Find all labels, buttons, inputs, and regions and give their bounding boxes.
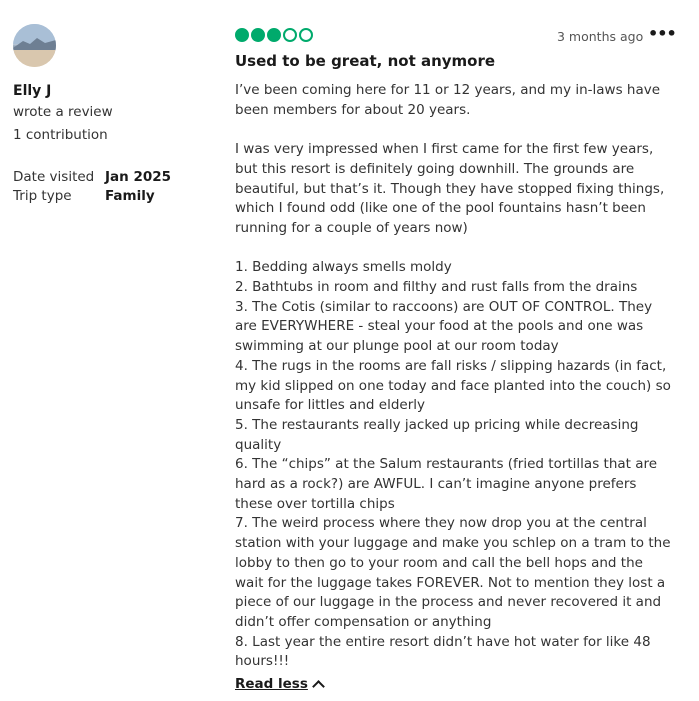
filled-bubble-icon — [267, 28, 281, 42]
review-paragraph: 6. The “chips” at the Salum restaurants … — [235, 456, 658, 512]
reviewer-action: wrote a review — [13, 104, 113, 120]
date-visited-row: Date visited Jan 2025 — [13, 169, 171, 185]
bubble-rating — [235, 28, 313, 42]
review-paragraph: 8. Last year the entire resort didn’t ha… — [235, 633, 651, 670]
review-paragraph: 4. The rugs in the rooms are fall risks … — [235, 357, 671, 414]
trip-type-label: Trip type — [13, 188, 72, 204]
filled-bubble-icon — [251, 28, 265, 42]
read-less-label: Read less — [235, 676, 308, 692]
empty-bubble-icon — [299, 28, 313, 42]
read-less-button[interactable]: Read less — [235, 676, 325, 693]
date-visited-label: Date visited — [13, 169, 95, 185]
review-title: Used to be great, not anymore — [235, 52, 496, 70]
review-body: I’ve been coming here for 11 or 12 years… — [235, 81, 675, 672]
review-paragraph: 1. Bedding always smells moldy — [235, 259, 452, 276]
empty-bubble-icon — [283, 28, 297, 42]
trip-type-row: Trip type Family — [13, 188, 155, 204]
reviewer-name[interactable]: Elly J — [13, 83, 51, 99]
filled-bubble-icon — [235, 28, 249, 42]
review-paragraph: 2. Bathtubs in room and filthy and rust … — [235, 279, 638, 295]
review-paragraph: I was very impressed when I first came f… — [235, 141, 665, 236]
review-paragraph: 3. The Cotis (similar to raccoons) are O… — [235, 298, 653, 355]
review-paragraph: I’ve been coming here for 11 or 12 years… — [235, 82, 661, 118]
more-horizontal-icon[interactable]: ••• — [648, 24, 677, 43]
review-paragraph: 7. The weird process where they now drop… — [235, 515, 671, 630]
reviewer-contributions: 1 contribution — [13, 127, 108, 143]
review-date: 3 months ago — [557, 29, 644, 44]
chevron-up-icon — [312, 679, 325, 693]
review-paragraph: 5. The restaurants really jacked up pric… — [235, 416, 639, 453]
trip-type-value: Family — [105, 188, 155, 204]
avatar[interactable] — [13, 24, 56, 67]
date-visited-value: Jan 2025 — [105, 169, 172, 185]
